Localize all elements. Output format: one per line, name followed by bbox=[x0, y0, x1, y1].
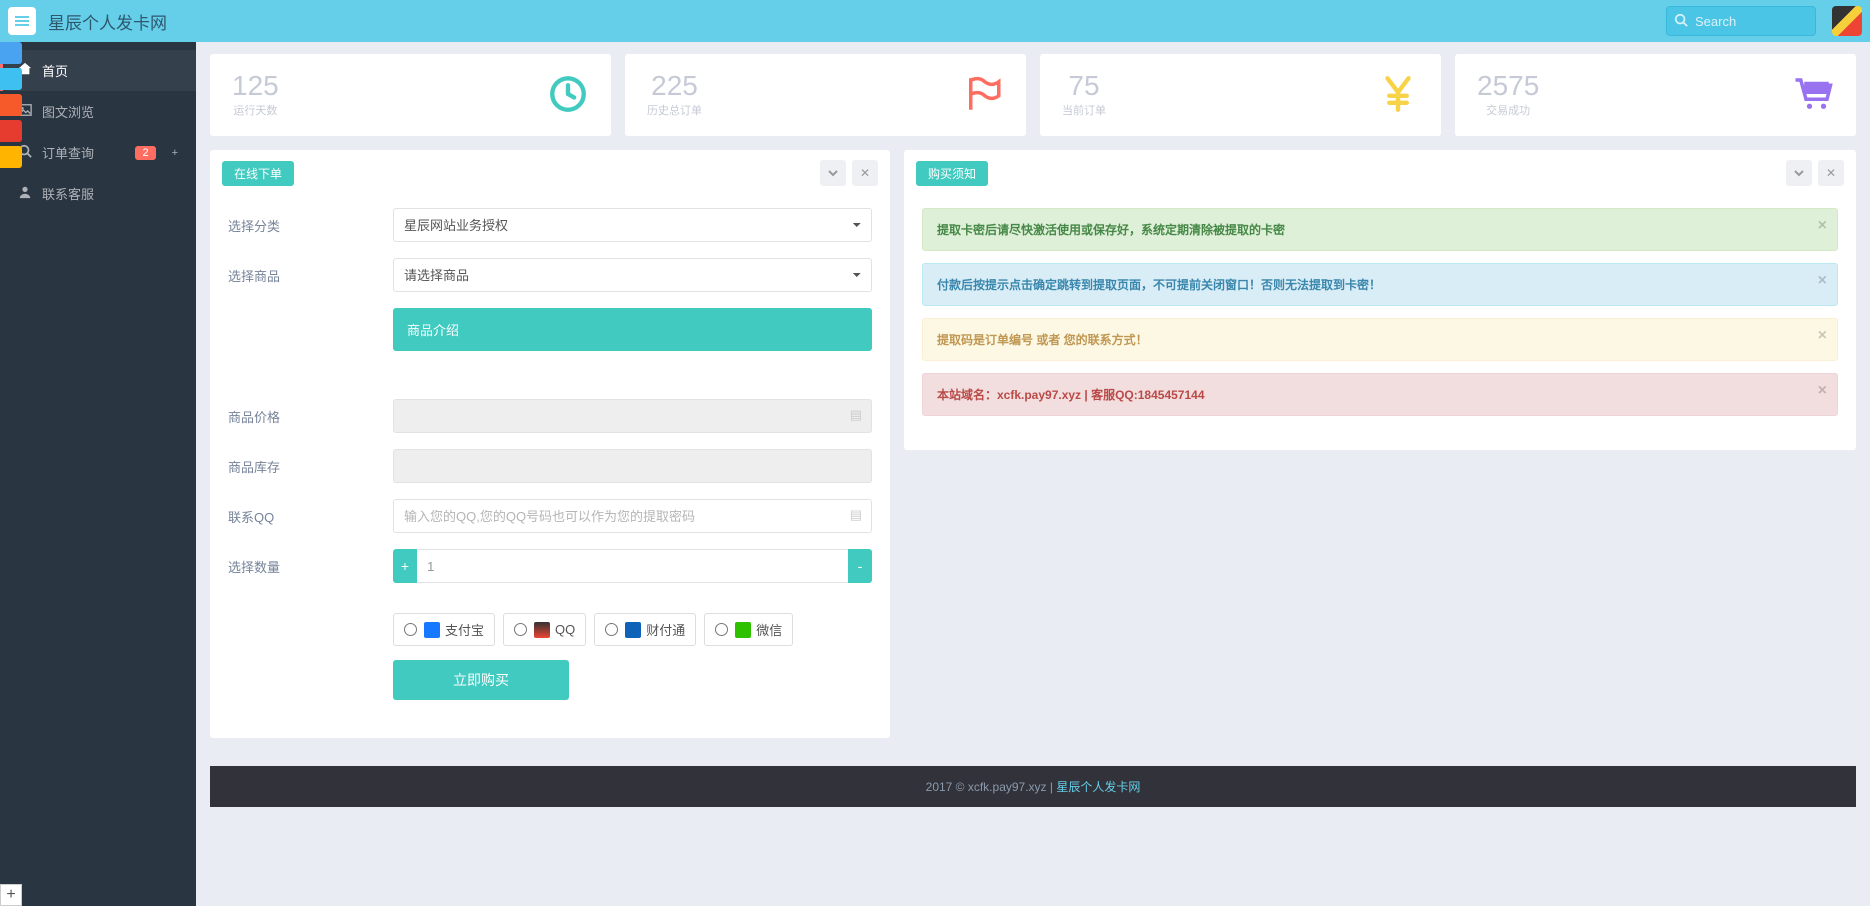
add-share-button[interactable]: + bbox=[0, 884, 22, 906]
close-panel-button[interactable]: ✕ bbox=[852, 160, 878, 186]
stat-current-orders: 75 当前订单 bbox=[1040, 54, 1441, 136]
qty-decrease-button[interactable]: - bbox=[848, 549, 872, 583]
sidebar-item-label: 订单查询 bbox=[42, 143, 94, 162]
qq-icon[interactable] bbox=[1832, 6, 1862, 36]
product-label: 选择商品 bbox=[228, 266, 393, 285]
category-label: 选择分类 bbox=[228, 216, 393, 235]
share-tencent-icon[interactable] bbox=[0, 68, 22, 90]
stat-label: 运行天数 bbox=[232, 102, 279, 118]
buy-button[interactable]: 立即购买 bbox=[393, 660, 569, 700]
alert-success: 提取卡密后请尽快激活使用或保存好，系统定期清除被提取的卡密 × bbox=[922, 208, 1838, 251]
product-intro-header: 商品介绍 bbox=[393, 308, 872, 351]
pay-qq-option[interactable]: QQ bbox=[503, 613, 586, 646]
expand-icon: + bbox=[172, 147, 178, 159]
close-icon: ✕ bbox=[1826, 166, 1836, 180]
stat-total-orders: 225 历史总订单 bbox=[625, 54, 1026, 136]
stat-runtime: 125 运行天数 bbox=[210, 54, 611, 136]
price-label: 商品价格 bbox=[228, 407, 393, 426]
search-input[interactable] bbox=[1666, 6, 1816, 36]
product-select[interactable]: 请选择商品 bbox=[393, 258, 872, 292]
sidebar-item-label: 首页 bbox=[42, 61, 68, 80]
qq-label: 联系QQ bbox=[228, 507, 393, 526]
stat-value: 75 bbox=[1062, 72, 1106, 100]
wechat-icon bbox=[735, 622, 751, 638]
clock-icon bbox=[547, 73, 589, 118]
stat-value: 2575 bbox=[1477, 72, 1539, 100]
alert-close-button[interactable]: × bbox=[1818, 272, 1827, 290]
sidebar-item-home[interactable]: 首页 bbox=[0, 50, 196, 91]
qty-increase-button[interactable]: + bbox=[393, 549, 417, 583]
close-panel-button[interactable]: ✕ bbox=[1818, 160, 1844, 186]
book-icon: ▤ bbox=[850, 507, 862, 523]
chevron-down-icon bbox=[828, 168, 838, 178]
pay-alipay-option[interactable]: 支付宝 bbox=[393, 613, 495, 646]
stat-success: 2575 交易成功 bbox=[1455, 54, 1856, 136]
price-field bbox=[393, 399, 872, 433]
alert-warning: 提取码是订单编号 或者 您的联系方式！ × bbox=[922, 318, 1838, 361]
social-share-strip bbox=[0, 42, 22, 172]
alipay-icon bbox=[424, 622, 440, 638]
hamburger-icon bbox=[14, 13, 30, 29]
search-box bbox=[1666, 6, 1816, 36]
footer: 2017 © xcfk.pay97.xyz | 星辰个人发卡网 bbox=[210, 766, 1856, 807]
share-qzone-icon[interactable] bbox=[0, 42, 22, 64]
user-icon bbox=[18, 185, 32, 202]
stat-label: 历史总订单 bbox=[647, 102, 702, 118]
alert-danger: 本站域名：xcfk.pay97.xyz | 客服QQ:1845457144 × bbox=[922, 373, 1838, 416]
sidebar: 首页 图文浏览 订单查询 2 + 联系客服 bbox=[0, 42, 196, 906]
search-icon bbox=[1674, 13, 1688, 30]
sidebar-item-orders[interactable]: 订单查询 2 + bbox=[0, 132, 196, 173]
stock-label: 商品库存 bbox=[228, 457, 393, 476]
qq-icon bbox=[534, 622, 550, 638]
topbar: 星辰个人发卡网 bbox=[0, 0, 1870, 42]
sidebar-badge: 2 bbox=[135, 146, 155, 160]
alert-info: 付款后按提示点击确定跳转到提取页面，不可提前关闭窗口！否则无法提取到卡密！ × bbox=[922, 263, 1838, 306]
category-select[interactable]: 星辰网站业务授权 bbox=[393, 208, 872, 242]
menu-toggle-button[interactable] bbox=[8, 7, 36, 35]
stat-value: 125 bbox=[232, 72, 279, 100]
close-icon: ✕ bbox=[860, 166, 870, 180]
footer-link[interactable]: 星辰个人发卡网 bbox=[1056, 780, 1140, 794]
qty-label: 选择数量 bbox=[228, 557, 393, 576]
pay-tenpay-option[interactable]: 财付通 bbox=[594, 613, 696, 646]
stat-label: 当前订单 bbox=[1062, 102, 1106, 118]
book-icon: ▤ bbox=[850, 407, 862, 423]
yen-icon bbox=[1377, 73, 1419, 118]
sidebar-item-label: 联系客服 bbox=[42, 184, 94, 203]
qq-input[interactable] bbox=[393, 499, 872, 533]
sidebar-item-support[interactable]: 联系客服 bbox=[0, 173, 196, 214]
alert-close-button[interactable]: × bbox=[1818, 382, 1827, 400]
sidebar-item-gallery[interactable]: 图文浏览 bbox=[0, 91, 196, 132]
main-content: 125 运行天数 225 历史总订单 75 当前订单 bbox=[196, 42, 1870, 906]
collapse-button[interactable] bbox=[820, 160, 846, 186]
sidebar-item-label: 图文浏览 bbox=[42, 102, 94, 121]
brand-title: 星辰个人发卡网 bbox=[48, 9, 167, 34]
collapse-button[interactable] bbox=[1786, 160, 1812, 186]
order-panel: 在线下单 ✕ 选择分类 星辰网站业务授权 bbox=[210, 150, 890, 738]
alert-close-button[interactable]: × bbox=[1818, 327, 1827, 345]
alert-close-button[interactable]: × bbox=[1818, 217, 1827, 235]
tenpay-icon bbox=[625, 622, 641, 638]
qty-input[interactable] bbox=[417, 549, 848, 583]
share-weibo-icon[interactable] bbox=[0, 94, 22, 116]
cart-icon bbox=[1792, 73, 1834, 118]
notice-panel: 购买须知 ✕ 提取卡密后请尽快激活使用或保存好，系统定期清除被提取的卡密 × bbox=[904, 150, 1856, 450]
flag-icon bbox=[962, 73, 1004, 118]
chevron-down-icon bbox=[1794, 168, 1804, 178]
stat-label: 交易成功 bbox=[1477, 102, 1539, 118]
stats-row: 125 运行天数 225 历史总订单 75 当前订单 bbox=[210, 54, 1856, 136]
panel-title: 购买须知 bbox=[916, 161, 988, 186]
stock-field bbox=[393, 449, 872, 483]
share-sohu-icon[interactable] bbox=[0, 120, 22, 142]
stat-value: 225 bbox=[647, 72, 702, 100]
pay-wechat-option[interactable]: 微信 bbox=[704, 613, 793, 646]
share-more-icon[interactable] bbox=[0, 146, 22, 168]
panel-title: 在线下单 bbox=[222, 161, 294, 186]
